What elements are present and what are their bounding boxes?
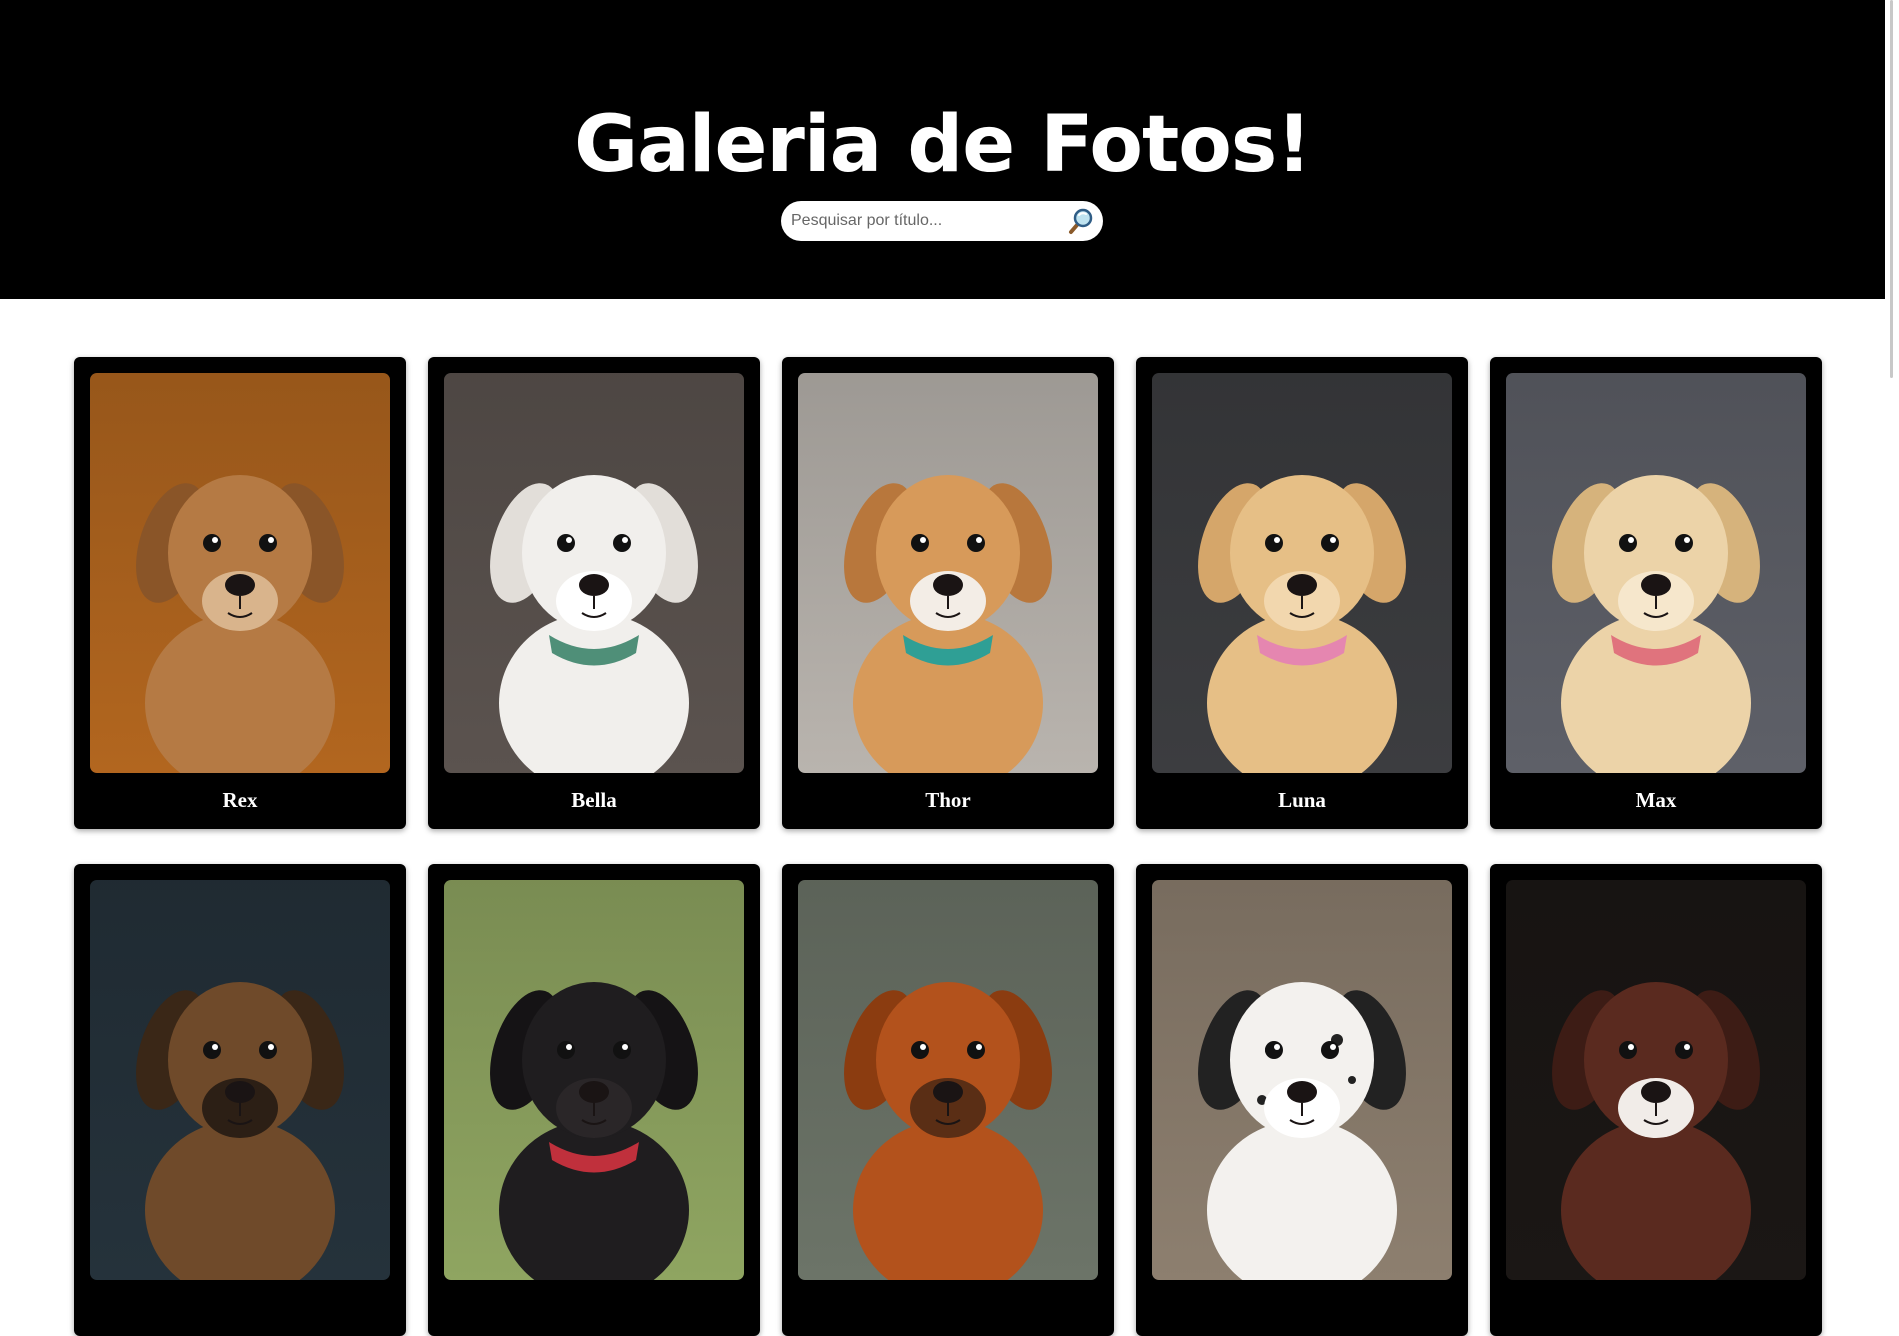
photo-card[interactable]: Thor	[782, 357, 1114, 829]
page-title: Galeria de Fotos!	[574, 100, 1312, 190]
photo-card[interactable]	[1136, 864, 1468, 1336]
dog-photo[interactable]	[1506, 880, 1806, 1280]
photo-title: Max	[1635, 788, 1677, 812]
dog-photo[interactable]	[90, 373, 390, 773]
header: Galeria de Fotos!	[0, 0, 1885, 299]
dog-photo[interactable]	[1506, 373, 1806, 773]
photo-title: Rex	[222, 788, 258, 812]
photo-card[interactable]	[782, 864, 1114, 1336]
photo-card[interactable]	[74, 864, 406, 1336]
photo-card[interactable]	[1490, 864, 1822, 1336]
scrollbar-thumb[interactable]	[1890, 0, 1893, 378]
search-bar	[781, 201, 1103, 241]
search-input[interactable]	[791, 201, 1051, 241]
photo-title: Bella	[571, 788, 617, 812]
photo-title: Thor	[925, 788, 971, 812]
dog-photo[interactable]	[798, 880, 1098, 1280]
dog-photo[interactable]	[444, 880, 744, 1280]
dog-photo[interactable]	[798, 373, 1098, 773]
dog-photo[interactable]	[1152, 880, 1452, 1280]
search-icon[interactable]	[1067, 207, 1095, 235]
photo-card[interactable]: Luna	[1136, 357, 1468, 829]
scrollbar[interactable]	[1885, 0, 1899, 1044]
photo-card[interactable]: Rex	[74, 357, 406, 829]
dog-photo[interactable]	[90, 880, 390, 1280]
photo-card[interactable]: Bella	[428, 357, 760, 829]
photo-title: Luna	[1278, 788, 1326, 812]
dog-photo[interactable]	[444, 373, 744, 773]
photo-card[interactable]: Max	[1490, 357, 1822, 829]
photo-card[interactable]	[428, 864, 760, 1336]
dog-photo[interactable]	[1152, 373, 1452, 773]
